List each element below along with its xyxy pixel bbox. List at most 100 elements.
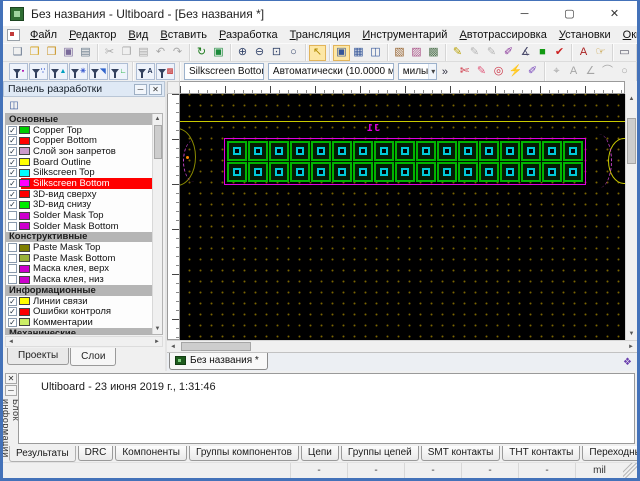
results-tab-8[interactable]: Переходные отверстия (582, 446, 637, 461)
active-layer-select[interactable]: Silkscreen Bottom ▾ (184, 63, 264, 80)
layer-row[interactable]: ✓ Paste Mask Top (6, 242, 152, 253)
zoom-in-icon[interactable]: ⊕ (234, 45, 251, 61)
filter-vias-icon[interactable]: ∵ (29, 63, 48, 80)
group-edit-icon[interactable]: ◫ (367, 45, 384, 61)
menu-item-5[interactable]: Трансляция (284, 28, 357, 42)
layer-visibility-checkbox[interactable]: ✓ (8, 243, 17, 253)
open-project-icon[interactable]: ❒ (43, 45, 60, 61)
layer-row[interactable]: ✓ Board Outline (6, 157, 152, 168)
layer-row[interactable]: ✓ Комментарии (6, 317, 152, 328)
scroll-left-icon[interactable]: ◄ (6, 339, 16, 345)
scroll-left-icon[interactable]: ◄ (167, 344, 179, 350)
open-icon[interactable]: ❒ (26, 45, 43, 61)
scroll-right-icon[interactable]: ► (625, 344, 637, 350)
layer-row[interactable]: ✓ 3D-вид снизу (6, 199, 152, 210)
save-icon[interactable]: ▣ (60, 45, 77, 61)
filter-parts-icon[interactable]: ▲ (49, 63, 68, 80)
menu-item-3[interactable]: Вставить (154, 28, 213, 42)
menu-item-4[interactable]: Разработка (213, 28, 284, 42)
layer-list-scrollbar[interactable]: ▲ ▼ (152, 114, 162, 334)
spreadsheet-view-icon[interactable]: ▦ (350, 45, 367, 61)
zoom-window-icon[interactable]: ⊡ (268, 45, 285, 61)
fullscreen-icon[interactable]: ▣ (210, 45, 227, 61)
layer-row[interactable]: ✓ 3D-вид сверху (6, 189, 152, 200)
add-part-icon[interactable]: ▩ (425, 45, 442, 61)
layer-visibility-checkbox[interactable]: ✓ (8, 317, 17, 327)
place-part-icon[interactable]: ▧ (391, 45, 408, 61)
filter-traces-icon[interactable]: ◥ (89, 63, 108, 80)
menu-item-0[interactable]: Файл (24, 28, 63, 42)
canvas-vscrollbar[interactable]: ▲ ▼ (625, 94, 637, 340)
filter-copper-icon[interactable]: ∟ (109, 63, 128, 80)
print-icon[interactable]: ▤ (77, 45, 94, 61)
layer-visibility-checkbox[interactable]: ✓ (8, 136, 17, 146)
menu-item-6[interactable]: Инструментарий (356, 28, 453, 42)
results-tab-2[interactable]: Компоненты (115, 446, 187, 461)
layer-list-hscrollbar[interactable]: ◄ ► (5, 336, 163, 347)
scroll-up-icon[interactable]: ▲ (626, 94, 637, 105)
scroll-down-icon[interactable]: ▼ (626, 329, 637, 340)
layer-row[interactable]: ✓ Линии связи (6, 296, 152, 307)
layer-visibility-checkbox[interactable]: ✓ (8, 146, 17, 156)
dimension-icon[interactable]: ∡ (517, 45, 534, 61)
filter-pads-icon[interactable]: ▪ (9, 63, 28, 80)
layer-row[interactable]: ✓ Ошибки контроля (6, 306, 152, 317)
draw-line-icon[interactable]: ✎ (449, 45, 466, 61)
scrollbar-track[interactable] (179, 341, 625, 352)
menu-item-8[interactable]: Установки (553, 28, 617, 42)
layer-visibility-checkbox[interactable]: ✓ (8, 200, 17, 210)
layer-visibility-checkbox[interactable]: ✓ (8, 178, 17, 188)
results-tab-4[interactable]: Цепи (300, 446, 339, 461)
fast-route-icon[interactable]: ⚡ (507, 64, 524, 80)
layer-row[interactable]: ✓ Silkscreen Bottom (6, 178, 152, 189)
menu-item-1[interactable]: Редактор (63, 28, 122, 42)
zoom-full-icon[interactable]: ○ (285, 45, 302, 61)
layer-row[interactable]: ✓ Solder Mask Bottom (6, 221, 152, 232)
layer-visibility-checkbox[interactable]: ✓ (8, 189, 17, 199)
info-minimize-button[interactable]: ─ (5, 385, 17, 396)
panel-close-button[interactable]: ✕ (149, 83, 162, 95)
units-select[interactable]: милы ▾ (397, 63, 437, 80)
layer-row[interactable]: ✓ Слой зон запретов (6, 146, 152, 157)
follow-me-icon[interactable]: ☞ (592, 45, 609, 61)
grid-step-select[interactable]: Автоматически (10.0000 милы) ▾ (267, 63, 394, 80)
redraw-icon[interactable]: ↻ (193, 45, 210, 61)
filter-layers-icon[interactable]: ▨ (156, 63, 175, 80)
layer-visibility-checkbox[interactable]: ✓ (8, 125, 17, 135)
results-tab-0[interactable]: Результаты (9, 446, 76, 462)
results-tab-5[interactable]: Группы цепей (340, 446, 419, 461)
results-tab-3[interactable]: Группы компонентов (188, 446, 299, 461)
close-button[interactable]: ✕ (592, 1, 637, 26)
scrollbar-thumb[interactable] (627, 118, 636, 164)
text-icon[interactable]: A (575, 45, 592, 61)
screen-view-icon[interactable]: ▣ (333, 44, 350, 61)
filter-text-icon[interactable]: A (136, 63, 155, 80)
layer-row[interactable]: ✓ Copper Top (6, 125, 152, 136)
results-tab-7[interactable]: ТНТ контакты (502, 446, 581, 461)
layer-visibility-checkbox[interactable]: ✓ (8, 275, 17, 285)
layer-row[interactable]: ✓ Solder Mask Top (6, 210, 152, 221)
layer-visibility-checkbox[interactable]: ✓ (8, 157, 17, 167)
scroll-right-icon[interactable]: ► (152, 339, 162, 345)
layer-row[interactable]: ✓ Маска клея, верх (6, 263, 152, 274)
pcb-canvas[interactable]: J1 (180, 94, 625, 340)
layer-visibility-checkbox[interactable]: ✓ (8, 168, 17, 178)
edit-copper-icon[interactable]: ✐ (524, 64, 541, 80)
results-tab-1[interactable]: DRC (77, 446, 114, 461)
layer-settings-icon[interactable]: ◫ (6, 98, 22, 112)
scroll-down-icon[interactable]: ▼ (153, 324, 162, 334)
layer-visibility-checkbox[interactable]: ✓ (8, 221, 17, 231)
copper-area-icon[interactable]: ■ (534, 45, 551, 61)
layer-row[interactable]: ✓ Маска клея, низ (6, 274, 152, 285)
layer-visibility-checkbox[interactable]: ✓ (8, 264, 17, 274)
maximize-button[interactable]: ▢ (547, 1, 592, 26)
layer-visibility-checkbox[interactable]: ✓ (8, 296, 17, 306)
minimize-button[interactable]: ─ (502, 1, 547, 26)
layer-row[interactable]: ✓ Copper Bottom (6, 135, 152, 146)
find-net-icon[interactable]: ◎ (490, 64, 507, 80)
disconnect-net-icon[interactable]: ✄ (456, 64, 473, 80)
layer-visibility-checkbox[interactable]: ✓ (8, 253, 17, 263)
menu-item-7[interactable]: Автотрассировка (453, 28, 552, 42)
select-icon[interactable]: ↖ (309, 44, 326, 61)
layer-visibility-checkbox[interactable]: ✓ (8, 211, 17, 221)
